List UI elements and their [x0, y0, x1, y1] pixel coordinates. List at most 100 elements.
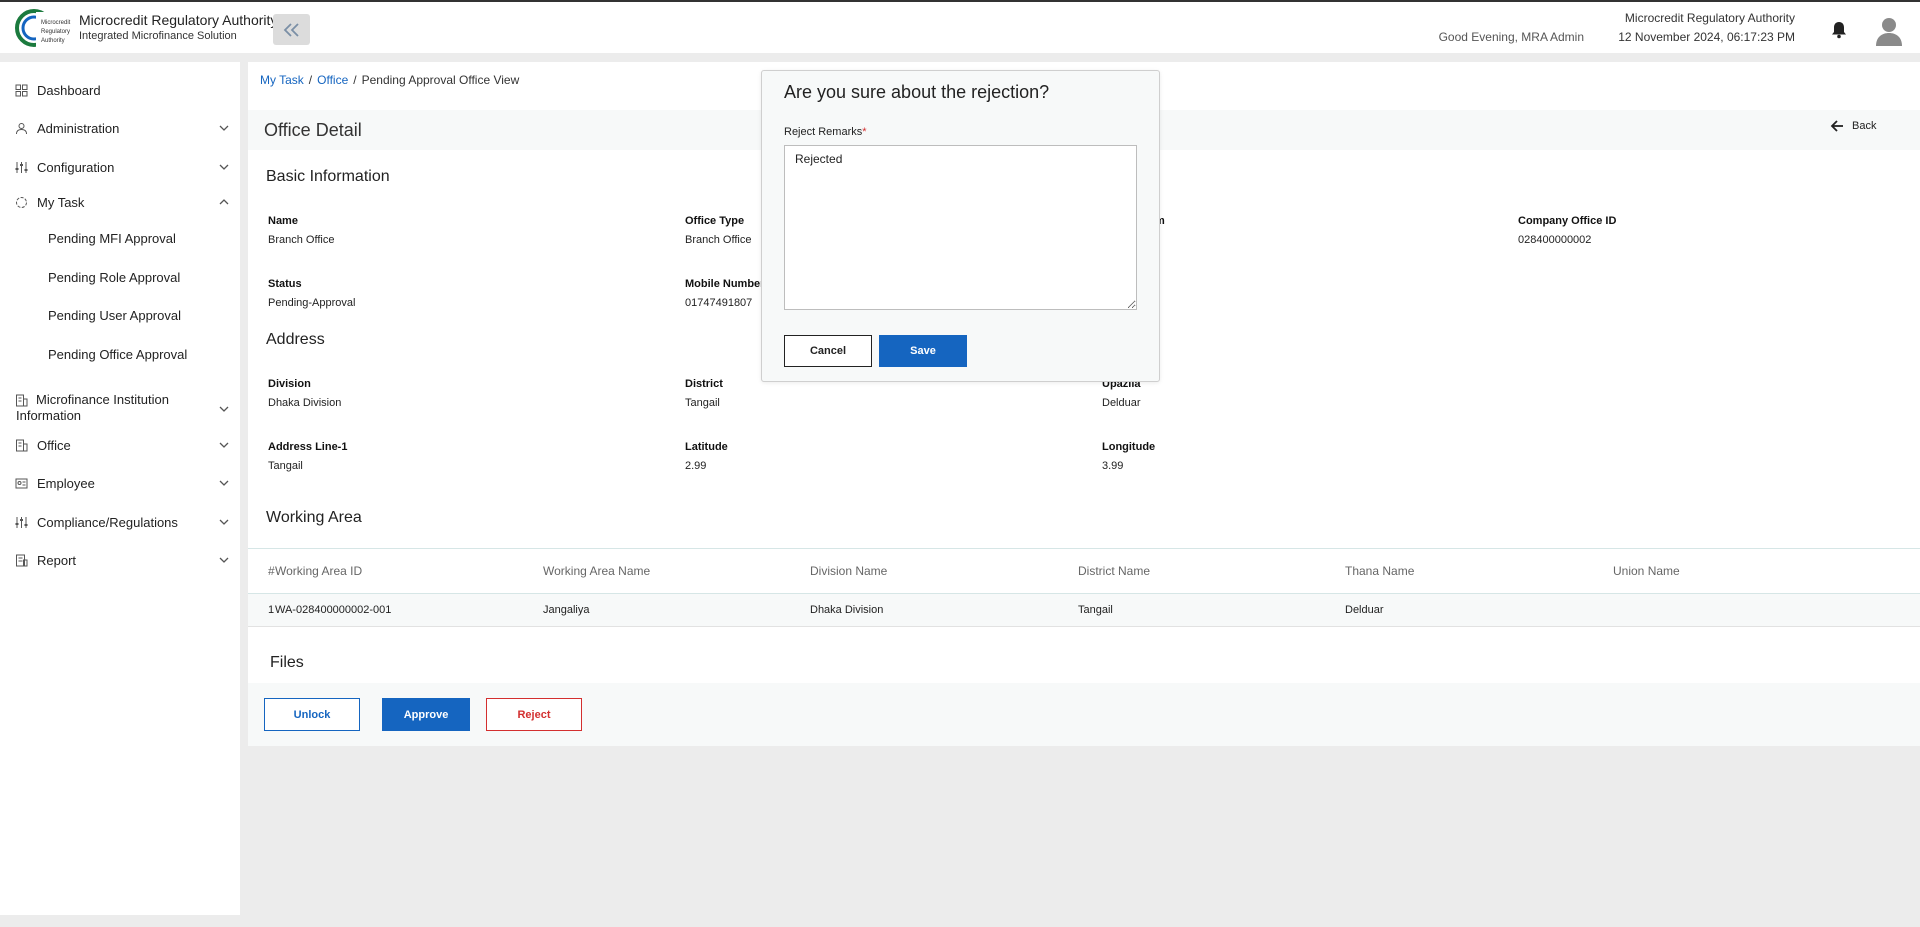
- mra-logo: Microcredit Regulatory Authority: [15, 9, 72, 48]
- field-value-status: Pending-Approval: [268, 297, 356, 309]
- sidebar-item-employee[interactable]: Employee: [0, 473, 240, 493]
- field-label-division: Division: [268, 378, 311, 390]
- section-title-basic-information: Basic Information: [266, 168, 390, 185]
- required-asterisk: *: [862, 126, 867, 138]
- chevron-down-icon: [219, 442, 229, 448]
- table-cell: Tangail: [1078, 604, 1113, 616]
- breadcrumb-link-office[interactable]: Office: [317, 73, 348, 87]
- section-title-working-area: Working Area: [266, 509, 362, 526]
- sidebar-item-office[interactable]: Office: [0, 435, 240, 455]
- field-label-latitude: Latitude: [685, 441, 728, 453]
- sidebar-collapse-button[interactable]: [273, 14, 310, 45]
- greeting-text: Good Evening, MRA Admin: [1438, 30, 1584, 44]
- svg-text:Authority: Authority: [41, 38, 65, 44]
- column-header: #: [268, 564, 275, 578]
- table-row: 1 WA-028400000002-001 Jangaliya Dhaka Di…: [248, 593, 1920, 627]
- section-title-address: Address: [266, 331, 325, 348]
- sidebar-item-label: Administration: [37, 120, 120, 136]
- sidebar-item-administration[interactable]: Administration: [0, 118, 240, 138]
- table-cell: Delduar: [1345, 604, 1384, 616]
- table-cell: [1613, 594, 1920, 627]
- breadcrumb: My Task / Office / Pending Approval Office V…: [260, 73, 519, 87]
- approve-button[interactable]: Approve: [382, 698, 470, 731]
- current-datetime: 12 November 2024, 06:17:23 PM: [1618, 30, 1795, 44]
- field-value-address-line-1: Tangail: [268, 460, 303, 472]
- column-header: Union Name: [1613, 564, 1680, 578]
- chevron-down-icon: [219, 125, 229, 131]
- sidebar: Dashboard Administration Configuration M…: [0, 62, 240, 915]
- brand-title: Microcredit Regulatory Authority: [79, 12, 278, 28]
- id-card-icon: [15, 478, 28, 488]
- brand-subtitle: Integrated Microfinance Solution: [79, 30, 237, 42]
- save-button[interactable]: Save: [879, 335, 967, 367]
- back-button[interactable]: Back: [1830, 120, 1876, 132]
- sidebar-item-label: Report: [37, 552, 77, 568]
- field-label-office-type: Office Type: [685, 215, 745, 227]
- sliders-icon: [15, 161, 28, 173]
- sidebar-item-report[interactable]: Report: [0, 550, 240, 570]
- field-value-upazila: Delduar: [1102, 397, 1141, 409]
- sidebar-subitem-pending-office-approval[interactable]: Pending Office Approval: [48, 347, 187, 362]
- user-avatar-icon[interactable]: [1874, 15, 1904, 47]
- svg-text:Microcredit: Microcredit: [41, 20, 71, 26]
- report-icon: [16, 554, 28, 566]
- table-cell: WA-028400000002-001: [275, 604, 392, 616]
- breadcrumb-separator: /: [353, 73, 357, 87]
- column-header: Division Name: [810, 564, 888, 578]
- breadcrumb-link-my-task[interactable]: My Task: [260, 73, 304, 87]
- sidebar-item-compliance[interactable]: Compliance/Regulations: [0, 512, 240, 532]
- field-value-office-type: Branch Office: [685, 234, 752, 246]
- grid-icon: [15, 84, 28, 96]
- sidebar-item-dashboard[interactable]: Dashboard: [0, 80, 240, 100]
- sidebar-item-label: Compliance/Regulations: [37, 514, 178, 530]
- reject-remarks-label: Reject Remarks*: [784, 126, 867, 138]
- sidebar-item-my-task[interactable]: My Task: [0, 192, 240, 212]
- admin-icon: [16, 122, 27, 134]
- column-header: Working Area ID: [275, 564, 363, 578]
- field-value-division: Dhaka Division: [268, 397, 342, 409]
- field-label-mobile-number: Mobile Number: [685, 278, 765, 290]
- svg-text:Regulatory: Regulatory: [41, 29, 70, 35]
- chevron-up-icon: [219, 199, 229, 205]
- sidebar-item-label: Employee: [37, 475, 95, 491]
- field-value-company-office-id: 028400000002: [1518, 234, 1592, 246]
- table-cell: 1: [268, 604, 275, 616]
- sidebar-item-label: Office: [37, 437, 71, 453]
- chevron-down-icon: [219, 557, 229, 563]
- table-cell: Jangaliya: [543, 604, 590, 616]
- sidebar-item-label: Configuration: [37, 159, 115, 175]
- column-header: Working Area Name: [543, 564, 651, 578]
- reject-button[interactable]: Reject: [486, 698, 582, 731]
- org-name: Microcredit Regulatory Authority: [1624, 11, 1795, 25]
- app-header: Microcredit Regulatory Authority Microcr…: [0, 0, 1920, 53]
- breadcrumb-current: Pending Approval Office View: [361, 73, 520, 87]
- task-icon: [16, 196, 27, 208]
- field-value-district: Tangail: [685, 397, 720, 409]
- field-label-longitude: Longitude: [1102, 441, 1156, 453]
- cancel-button[interactable]: Cancel: [784, 335, 872, 367]
- reject-remarks-input[interactable]: Rejected: [784, 145, 1137, 310]
- sidebar-item-label: Dashboard: [37, 82, 101, 98]
- field-label-name: Name: [268, 215, 298, 227]
- bell-icon[interactable]: [1829, 20, 1849, 40]
- field-label-district: District: [685, 378, 723, 390]
- sidebar-subitem-pending-mfi-approval[interactable]: Pending MFI Approval: [48, 231, 176, 246]
- table-header-row: # Working Area ID Working Area Name Divi…: [248, 548, 1920, 594]
- chevron-down-icon: [219, 406, 229, 412]
- sidebar-item-label: My Task: [37, 194, 85, 210]
- sidebar-subitem-pending-role-approval[interactable]: Pending Role Approval: [48, 270, 180, 285]
- field-label-address-line-1: Address Line-1: [268, 441, 348, 453]
- sidebar-item-mfi-information[interactable]: Microfinance Institution Information: [0, 392, 240, 426]
- section-title-files: Files: [270, 654, 304, 671]
- unlock-button[interactable]: Unlock: [264, 698, 360, 731]
- back-button-label: Back: [1852, 120, 1877, 132]
- chevron-down-icon: [219, 164, 229, 170]
- page-title: Office Detail: [264, 120, 362, 140]
- reject-confirmation-modal: Are you sure about the rejection? Reject…: [761, 70, 1160, 382]
- sidebar-item-configuration[interactable]: Configuration: [0, 157, 240, 177]
- breadcrumb-separator: /: [308, 73, 313, 87]
- chevron-down-icon: [219, 519, 229, 525]
- sidebar-subitem-pending-user-approval[interactable]: Pending User Approval: [48, 308, 181, 323]
- sidebar-item-label: Microfinance Institution Information: [16, 392, 169, 423]
- field-value-mobile-number: 01747491807: [685, 297, 753, 309]
